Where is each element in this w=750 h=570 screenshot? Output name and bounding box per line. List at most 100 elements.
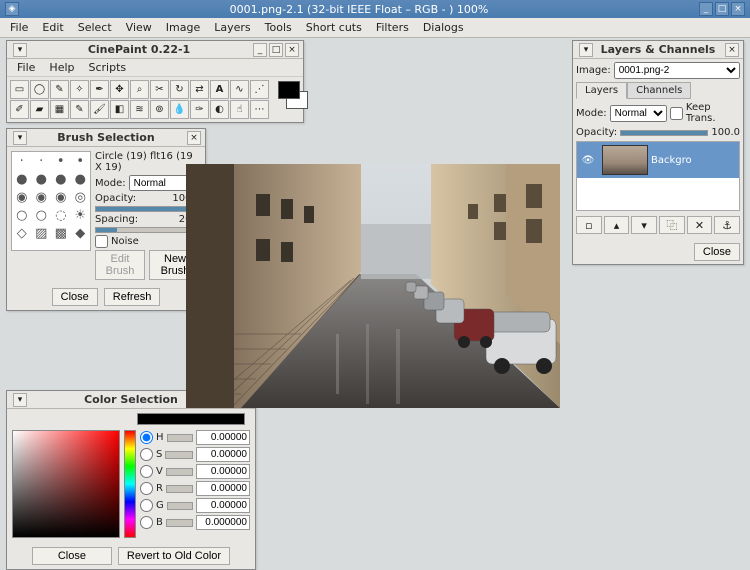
raise-layer-button[interactable]: ▴: [604, 216, 630, 234]
menu-file[interactable]: File: [4, 19, 34, 36]
sysmenu-button[interactable]: ◈: [5, 2, 19, 16]
brush-item[interactable]: ◉: [51, 188, 71, 206]
brush-item[interactable]: ·: [32, 152, 52, 170]
tool-free-select[interactable]: ✎: [50, 80, 69, 99]
slider-v[interactable]: [166, 468, 193, 476]
layer-opacity-slider[interactable]: [620, 130, 708, 136]
value-b[interactable]: [196, 515, 250, 530]
menu-select[interactable]: Select: [72, 19, 118, 36]
slider-s[interactable]: [165, 451, 193, 459]
brush-item[interactable]: ▨: [32, 224, 52, 242]
slider-b[interactable]: [166, 519, 193, 527]
tool-magnify[interactable]: ⌕: [130, 80, 149, 99]
close-button[interactable]: ×: [731, 2, 745, 16]
tool-move[interactable]: ✥: [110, 80, 129, 99]
brush-close-x-button[interactable]: ×: [187, 131, 201, 145]
delete-layer-button[interactable]: ✕: [687, 216, 713, 234]
value-r[interactable]: [196, 481, 250, 496]
brush-item[interactable]: ●: [71, 170, 91, 188]
layer-mode-select[interactable]: Normal: [610, 105, 667, 122]
brush-list[interactable]: · · • • ● ● ● ● ◉ ◉ ◉ ◎ ○ ○ ◌ ☀ ◇ ▨ ▩ ◆: [11, 151, 91, 251]
tool-text[interactable]: A: [210, 80, 229, 99]
toolbox-menu-help[interactable]: Help: [43, 60, 80, 75]
new-layer-button[interactable]: ▫: [576, 216, 602, 234]
tool-extra[interactable]: ⋯: [250, 100, 269, 119]
visibility-icon[interactable]: 👁: [577, 142, 599, 178]
hue-slider[interactable]: [124, 430, 136, 538]
brush-item[interactable]: ○: [12, 206, 32, 224]
radio-h[interactable]: [140, 431, 153, 444]
tool-dodge[interactable]: ◐: [210, 100, 229, 119]
toolbox-menu-file[interactable]: File: [11, 60, 41, 75]
menu-dialogs[interactable]: Dialogs: [417, 19, 470, 36]
tool-measure[interactable]: ⋰: [250, 80, 269, 99]
tool-paintbrush[interactable]: 🖌: [90, 100, 109, 119]
radio-g[interactable]: [140, 499, 153, 512]
toolbox-maximize-button[interactable]: □: [269, 43, 283, 57]
brush-item[interactable]: ◎: [71, 188, 91, 206]
tool-bezier-select[interactable]: ✒: [90, 80, 109, 99]
slider-h[interactable]: [167, 434, 193, 442]
brush-close-button[interactable]: Close: [52, 288, 98, 306]
brush-item[interactable]: ●: [12, 170, 32, 188]
radio-v[interactable]: [140, 465, 153, 478]
layers-close-button[interactable]: Close: [694, 243, 740, 261]
maximize-button[interactable]: □: [715, 2, 729, 16]
menu-shortcuts[interactable]: Short cuts: [300, 19, 368, 36]
radio-s[interactable]: [140, 448, 153, 461]
tab-channels[interactable]: Channels: [627, 82, 691, 99]
foreground-color[interactable]: [278, 81, 300, 99]
tool-bucket-fill[interactable]: ▰: [30, 100, 49, 119]
toolbox-shade-button[interactable]: ▾: [13, 43, 27, 57]
toolbox-menu-scripts[interactable]: Scripts: [83, 60, 133, 75]
tool-airbrush[interactable]: ≋: [130, 100, 149, 119]
brush-item[interactable]: •: [71, 152, 91, 170]
brush-item[interactable]: ◉: [12, 188, 32, 206]
minimize-button[interactable]: _: [699, 2, 713, 16]
value-v[interactable]: [196, 464, 250, 479]
tool-eraser[interactable]: ◧: [110, 100, 129, 119]
brush-item[interactable]: •: [51, 152, 71, 170]
brush-item[interactable]: ☀: [71, 206, 91, 224]
layers-close-x-button[interactable]: ×: [725, 43, 739, 57]
image-canvas[interactable]: [186, 164, 560, 408]
anchor-layer-button[interactable]: ⚓: [714, 216, 740, 234]
menu-layers[interactable]: Layers: [208, 19, 256, 36]
brush-refresh-button[interactable]: Refresh: [104, 288, 161, 306]
image-select[interactable]: 0001.png-2: [614, 62, 740, 79]
colorsel-shade-button[interactable]: ▾: [13, 393, 27, 407]
tool-ink[interactable]: ✑: [190, 100, 209, 119]
radio-r[interactable]: [140, 482, 153, 495]
lower-layer-button[interactable]: ▾: [631, 216, 657, 234]
tab-layers[interactable]: Layers: [576, 82, 627, 99]
menu-edit[interactable]: Edit: [36, 19, 69, 36]
menu-view[interactable]: View: [120, 19, 158, 36]
brush-item[interactable]: ●: [32, 170, 52, 188]
keep-trans-checkbox[interactable]: [670, 107, 683, 120]
tool-crop[interactable]: ✂: [150, 80, 169, 99]
brush-item[interactable]: ◉: [32, 188, 52, 206]
toolbox-close-button[interactable]: ×: [285, 43, 299, 57]
brush-item[interactable]: ◌: [51, 206, 71, 224]
tool-pencil[interactable]: ✎: [70, 100, 89, 119]
menu-image[interactable]: Image: [160, 19, 206, 36]
tool-color-picker[interactable]: ✐: [10, 100, 29, 119]
slider-g[interactable]: [167, 502, 193, 510]
color-field[interactable]: [12, 430, 120, 538]
layer-name[interactable]: Backgro: [651, 155, 692, 166]
menu-tools[interactable]: Tools: [259, 19, 298, 36]
brush-item[interactable]: ●: [51, 170, 71, 188]
tool-smudge[interactable]: ☝: [230, 100, 249, 119]
radio-b[interactable]: [140, 516, 153, 529]
colorsel-close-button[interactable]: Close: [32, 547, 112, 565]
brush-item[interactable]: ◆: [71, 224, 91, 242]
tool-rect-select[interactable]: ▭: [10, 80, 29, 99]
tool-clone[interactable]: ⊚: [150, 100, 169, 119]
toolbox-minimize-button[interactable]: _: [253, 43, 267, 57]
tool-fuzzy-select[interactable]: ✧: [70, 80, 89, 99]
layer-row[interactable]: 👁 Backgro: [577, 142, 739, 178]
tool-transform[interactable]: ↻: [170, 80, 189, 99]
duplicate-layer-button[interactable]: ⿻: [659, 216, 685, 234]
tool-convolve[interactable]: 💧: [170, 100, 189, 119]
old-color-swatch[interactable]: [191, 414, 244, 424]
